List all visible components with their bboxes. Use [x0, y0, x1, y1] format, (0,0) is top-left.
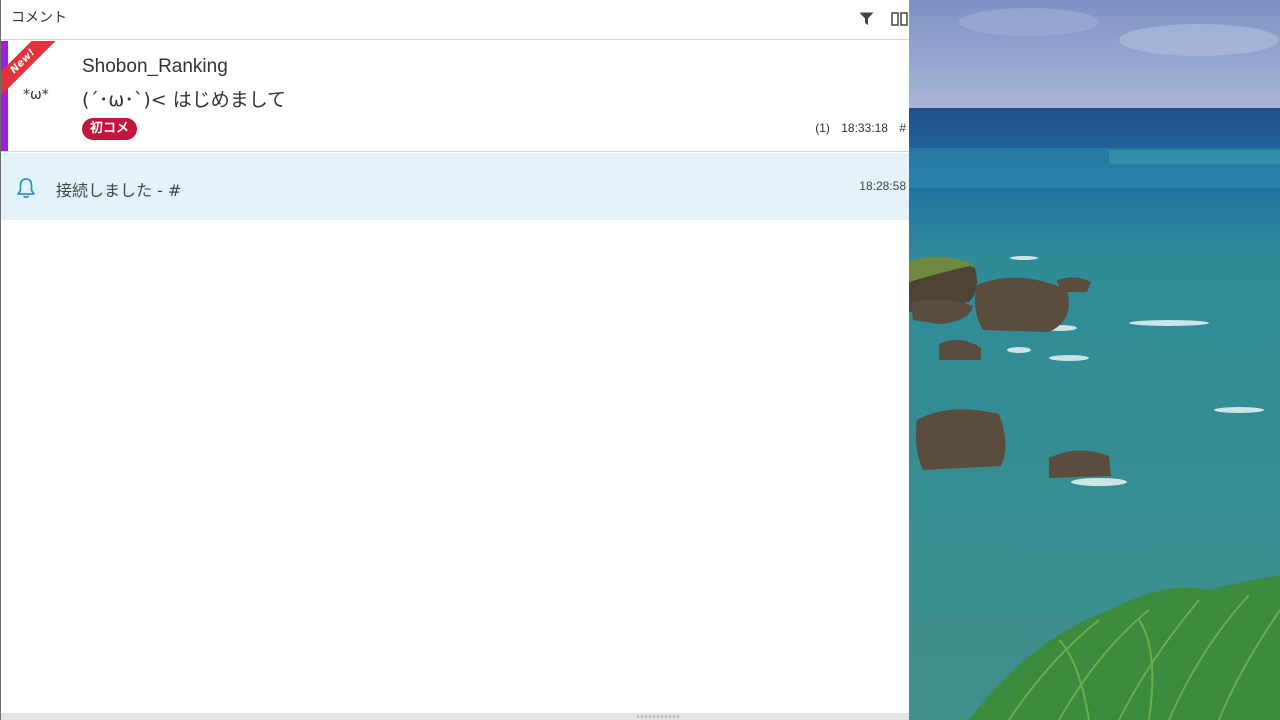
horizontal-scrollbar[interactable]	[1, 713, 909, 720]
comment-panel: コメント New! *ω* Shobon_Ranking (´･ω･`)< はじ…	[0, 0, 909, 720]
comment-message: (´･ω･`)< はじめまして	[82, 89, 287, 111]
panel-header: コメント	[1, 0, 909, 40]
background-scene-image	[909, 0, 1280, 720]
comment-hash: #	[899, 121, 906, 135]
comment-item[interactable]: New! *ω* Shobon_Ranking (´･ω･`)< はじめまして …	[1, 41, 909, 152]
bell-icon	[16, 177, 36, 203]
avatar: *ω*	[23, 87, 49, 103]
columns-icon[interactable]	[891, 11, 909, 30]
system-message-time: 18:28:58	[859, 179, 906, 193]
scrollbar-grip[interactable]	[637, 715, 679, 718]
comment-time: 18:33:18	[841, 121, 888, 135]
comment-author[interactable]: Shobon_Ranking	[82, 56, 228, 78]
system-message-text: 接続しました - #	[56, 181, 182, 200]
comment-count: (1)	[815, 121, 830, 135]
system-message: 接続しました - # 18:28:58	[1, 153, 909, 220]
filter-icon[interactable]	[859, 11, 874, 30]
comment-meta: (1) 18:33:18 #	[815, 121, 906, 135]
first-comment-badge: 初コメ	[82, 118, 138, 140]
panel-title: コメント	[11, 10, 67, 26]
